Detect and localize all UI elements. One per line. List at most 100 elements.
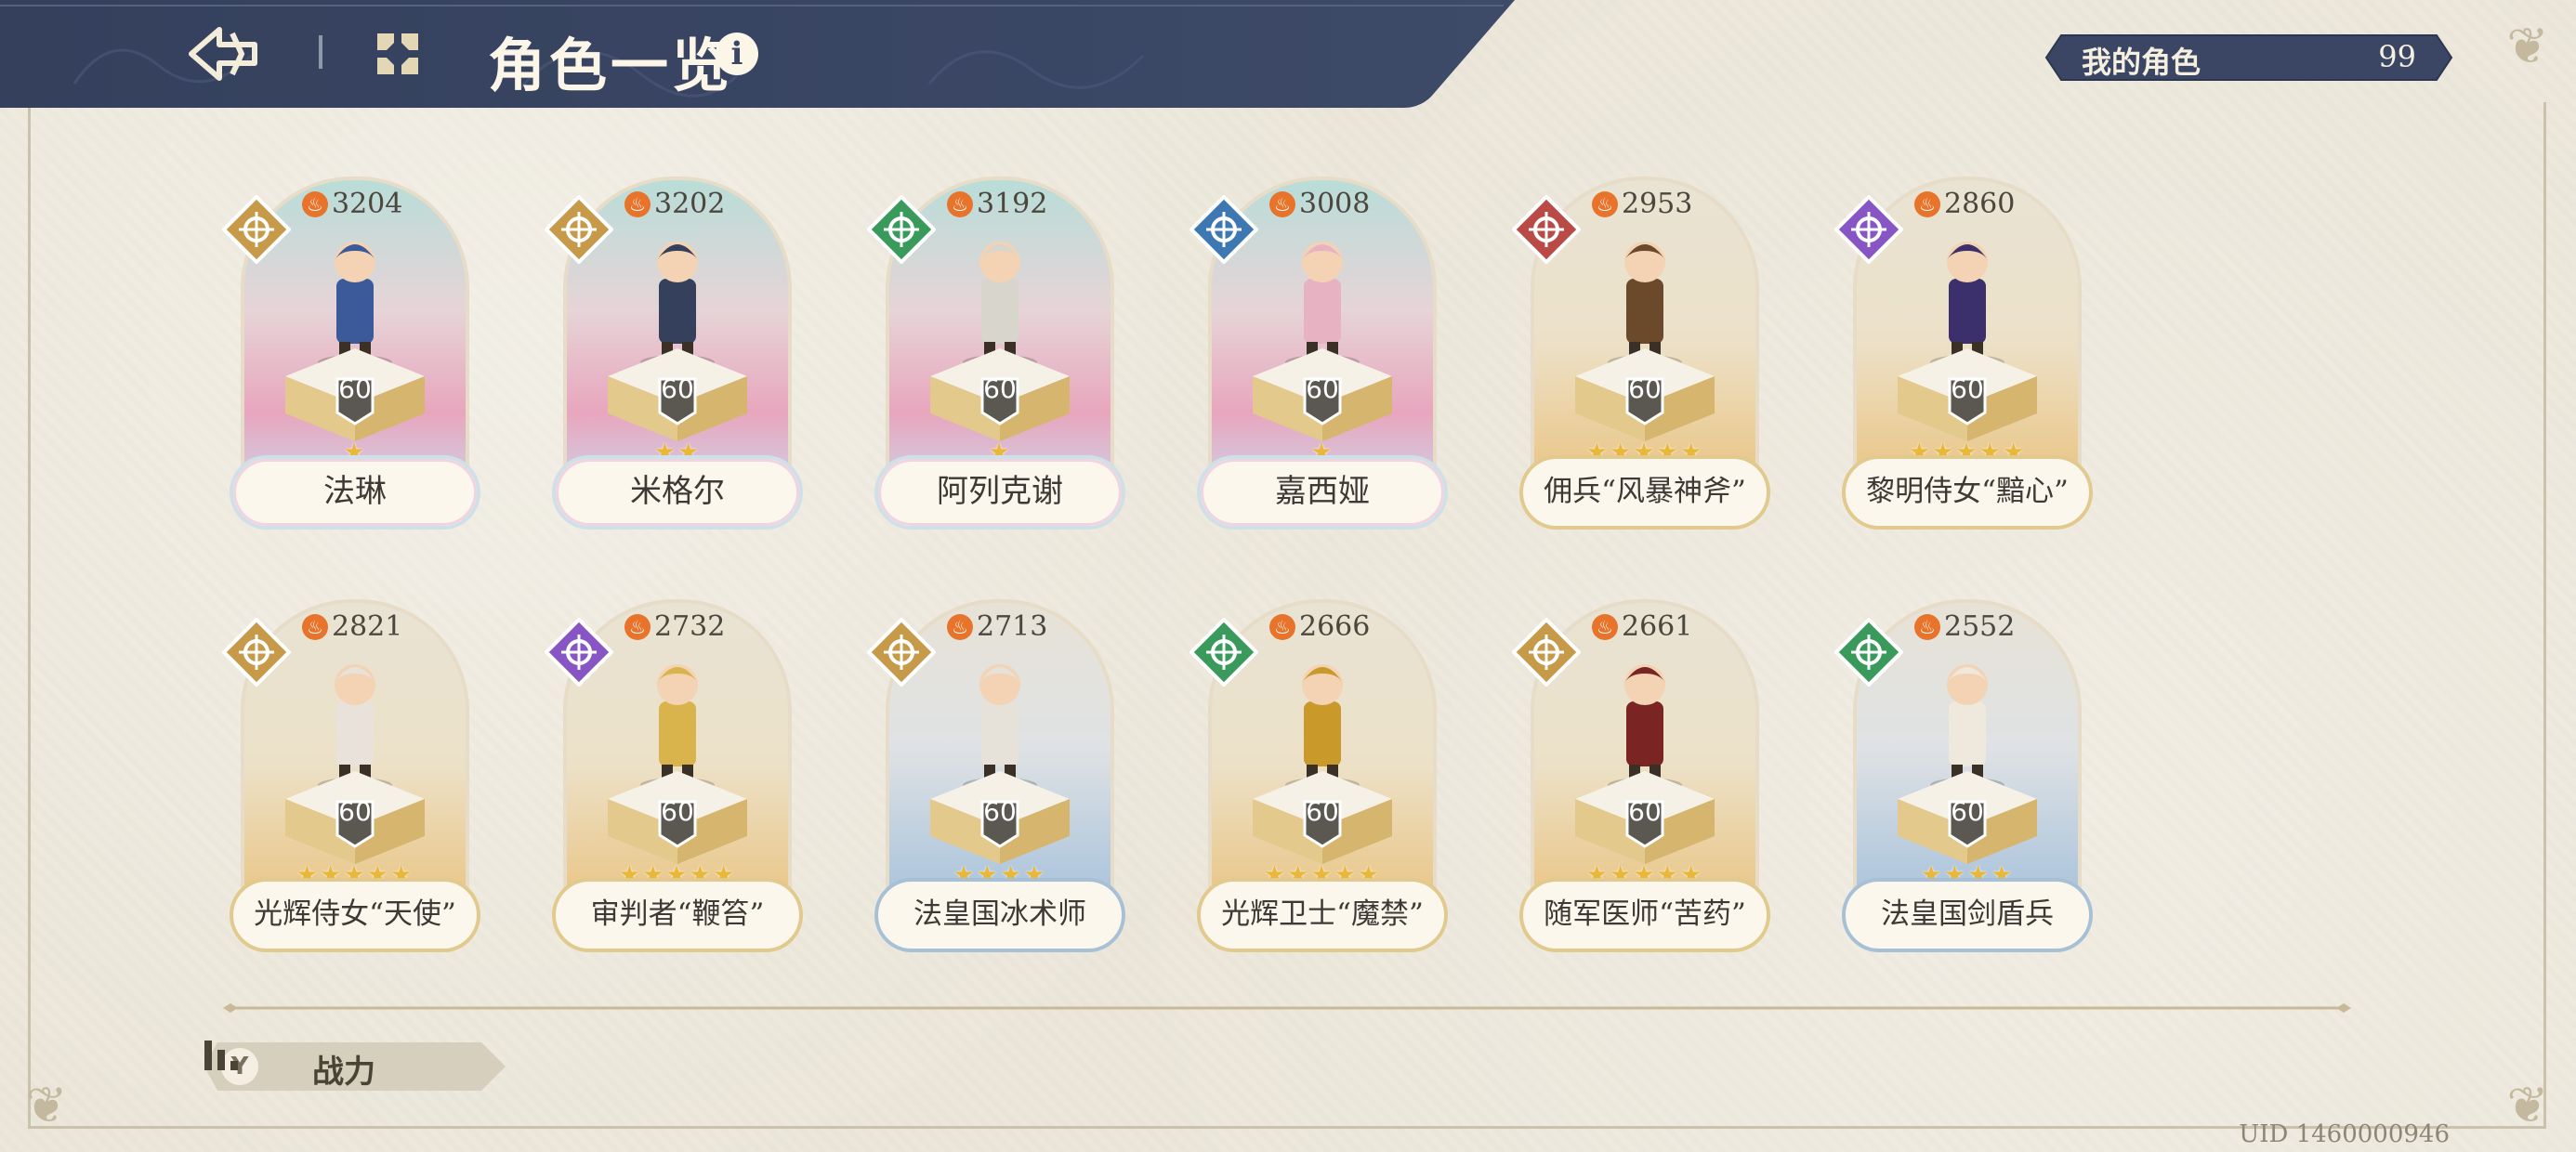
power-rating: ♨ 2821 xyxy=(302,610,402,643)
level-label: 60 xyxy=(661,373,694,404)
character-name: 随军医师“苦药” xyxy=(1519,878,1770,952)
gold-compass-icon xyxy=(545,195,613,264)
power-rating: ♨ 3008 xyxy=(1269,188,1370,220)
power-rating: ♨ 2666 xyxy=(1269,610,1370,643)
character-card[interactable]: 60 ♨ 2713 ★★★★ 法皇国冰术师 xyxy=(867,599,1125,952)
gold-compass-icon xyxy=(867,618,936,687)
power-rating: ♨ 2953 xyxy=(1592,188,1692,220)
character-card[interactable]: 60 ♨ 3192 ★ 阿列克谢 xyxy=(867,177,1125,530)
character-card[interactable]: 60 ♨ 3202 ★★ 米格尔 xyxy=(545,177,803,530)
power-value: 2713 xyxy=(977,610,1048,643)
power-rating: ♨ 2860 xyxy=(1914,188,2015,220)
power-rating: ♨ 3202 xyxy=(624,188,725,220)
character-name: 审判者“鞭笞” xyxy=(552,878,803,952)
character-card[interactable]: 60 ♨ 2552 ★★★★ 法皇国剑盾兵 xyxy=(1834,599,2093,952)
power-rating: ♨ 2552 xyxy=(1914,610,2015,643)
green-shield-icon xyxy=(1189,618,1258,687)
level-label: 60 xyxy=(661,796,694,827)
header-bar: 角色一览 i xyxy=(0,0,1524,108)
power-value: 2732 xyxy=(654,610,726,643)
header-separator xyxy=(319,35,322,69)
power-rating: ♨ 3192 xyxy=(947,188,1047,220)
character-card[interactable]: 60 ♨ 2666 ★★★★★ 光辉卫士“魔禁” xyxy=(1189,599,1448,952)
character-name: 米格尔 xyxy=(552,455,803,530)
info-icon[interactable]: i xyxy=(716,33,758,75)
flame-icon: ♨ xyxy=(302,613,328,640)
character-card[interactable]: 60 ♨ 2661 ★★★★★ 随军医师“苦药” xyxy=(1512,599,1770,952)
role-count-badge: 我的角色 99 xyxy=(2044,33,2453,82)
character-name: 光辉侍女“天使” xyxy=(230,878,480,952)
role-count-value: 99 xyxy=(2378,39,2416,74)
level-label: 60 xyxy=(1306,796,1339,827)
back-button[interactable] xyxy=(186,20,260,87)
level-label: 60 xyxy=(1951,796,1984,827)
blue-crossed-swords-icon xyxy=(1189,195,1258,264)
flame-icon: ♨ xyxy=(1592,190,1618,217)
character-name: 佣兵“风暴神斧” xyxy=(1519,455,1770,530)
character-card[interactable]: 60 ♨ 3008 ★ 嘉西娅 xyxy=(1189,177,1448,530)
power-value: 3202 xyxy=(654,188,726,220)
corner-ornament-icon: ❦ xyxy=(25,1076,68,1134)
level-label: 60 xyxy=(1951,373,1984,404)
character-card[interactable]: 60 ♨ 2821 ★★★★★ 光辉侍女“天使” xyxy=(222,599,480,952)
power-value: 2860 xyxy=(1944,188,2016,220)
power-value: 2552 xyxy=(1944,610,2016,643)
character-name: 光辉卫士“魔禁” xyxy=(1197,878,1448,952)
power-value: 3204 xyxy=(332,188,403,220)
level-label: 60 xyxy=(338,373,372,404)
character-card[interactable]: 60 ♨ 2953 ★★★★★ 佣兵“风暴神斧” xyxy=(1512,177,1770,530)
gold-compass-icon xyxy=(222,195,291,264)
level-label: 60 xyxy=(1628,796,1662,827)
role-count-label: 我的角色 xyxy=(2082,45,2201,80)
purple-swirl-icon xyxy=(545,618,613,687)
character-name: 阿列克谢 xyxy=(874,455,1125,530)
power-rating: ♨ 3204 xyxy=(302,188,402,220)
level-label: 60 xyxy=(1628,373,1662,404)
power-value: 3192 xyxy=(977,188,1048,220)
purple-swirl-icon xyxy=(1834,195,1903,264)
level-label: 60 xyxy=(1306,373,1339,404)
character-card[interactable]: 60 ♨ 2732 ★★★★★ 审判者“鞭笞” xyxy=(545,599,803,952)
flame-icon: ♨ xyxy=(947,190,973,217)
flame-icon: ♨ xyxy=(1269,613,1295,640)
flame-icon: ♨ xyxy=(624,613,651,640)
level-label: 60 xyxy=(983,373,1017,404)
character-card[interactable]: 60 ♨ 3204 ★ 法琳 xyxy=(222,177,480,530)
divider-line xyxy=(223,1000,2351,1013)
grid-menu-icon[interactable] xyxy=(372,28,424,80)
power-value: 3008 xyxy=(1299,188,1371,220)
gold-compass-icon xyxy=(222,618,291,687)
green-shield-icon xyxy=(867,195,936,264)
page-title: 角色一览 xyxy=(488,32,734,99)
power-value: 2666 xyxy=(1299,610,1371,643)
power-rating: ♨ 2713 xyxy=(947,610,1047,643)
gold-compass-icon xyxy=(1512,618,1581,687)
flame-icon: ♨ xyxy=(1592,613,1618,640)
character-name: 法皇国剑盾兵 xyxy=(1842,878,2093,952)
sort-filter-button[interactable]: Y 战力 xyxy=(203,1041,509,1093)
sort-filter-label: 战力 xyxy=(312,1054,375,1091)
level-label: 60 xyxy=(338,796,372,827)
character-name: 法皇国冰术师 xyxy=(874,878,1125,952)
power-rating: ♨ 2661 xyxy=(1592,610,1692,643)
character-name: 黎明侍女“黯心” xyxy=(1842,455,2093,530)
power-value: 2821 xyxy=(332,610,403,643)
flame-icon: ♨ xyxy=(1914,613,1940,640)
flame-icon: ♨ xyxy=(302,190,328,217)
green-shield-icon xyxy=(1834,618,1903,687)
character-card[interactable]: 60 ♨ 2860 ★★★★★ 黎明侍女“黯心” xyxy=(1834,177,2093,530)
corner-ornament-icon: ❦ xyxy=(2506,1076,2549,1134)
power-rating: ♨ 2732 xyxy=(624,610,725,643)
power-value: 2661 xyxy=(1622,610,1693,643)
flame-icon: ♨ xyxy=(624,190,651,217)
character-name: 嘉西娅 xyxy=(1197,455,1448,530)
level-label: 60 xyxy=(983,796,1017,827)
flame-icon: ♨ xyxy=(1914,190,1940,217)
power-value: 2953 xyxy=(1622,188,1693,220)
flame-icon: ♨ xyxy=(947,613,973,640)
corner-ornament-icon: ❦ xyxy=(2506,17,2549,75)
bar-sort-icon xyxy=(204,1041,238,1070)
character-name: 法琳 xyxy=(230,455,480,530)
red-sword-icon xyxy=(1512,195,1581,264)
flame-icon: ♨ xyxy=(1269,190,1295,217)
